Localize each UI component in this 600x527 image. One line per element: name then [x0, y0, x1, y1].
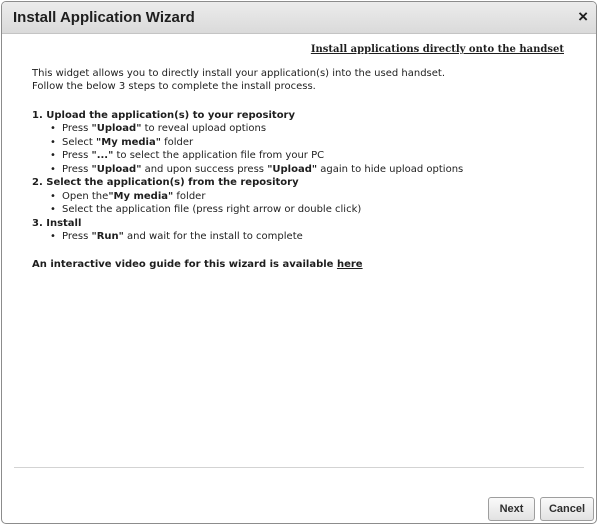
step-2-items: Open the"My media" folder Select the app… — [32, 190, 572, 217]
list-item: Select "My media" folder — [50, 136, 572, 150]
video-guide-text: An interactive video guide for this wiza… — [32, 258, 363, 270]
steps-list: 1. Upload the application(s) to your rep… — [32, 109, 572, 244]
list-item: Press "Run" and wait for the install to … — [50, 230, 572, 244]
step-1-title: 1. Upload the application(s) to your rep… — [32, 109, 296, 121]
close-icon[interactable]: × — [578, 8, 588, 26]
footer-divider — [14, 467, 584, 468]
list-item: Press "Upload" to reveal upload options — [50, 122, 572, 136]
step-3-title: 3. Install — [32, 217, 82, 229]
list-item: Select the application file (press right… — [50, 203, 572, 217]
step-3-items: Press "Run" and wait for the install to … — [32, 230, 572, 244]
intro-line-1: This widget allows you to directly insta… — [32, 67, 446, 79]
cancel-button[interactable]: Cancel — [540, 497, 594, 521]
list-item: Press "..." to select the application fi… — [50, 149, 572, 163]
list-item: Press "Upload" and upon success press "U… — [50, 163, 572, 177]
content-heading: Install applications directly onto the h… — [310, 44, 564, 55]
step-2-title: 2. Select the application(s) from the re… — [32, 177, 299, 188]
install-wizard-dialog: Install Application Wizard × Install app… — [1, 1, 597, 524]
video-guide-link[interactable]: here — [337, 259, 363, 270]
list-item: Open the"My media" folder — [50, 190, 572, 204]
wizard-content: Install applications directly onto the h… — [32, 34, 572, 271]
dialog-title: Install Application Wizard — [13, 9, 195, 26]
dialog-titlebar[interactable]: Install Application Wizard × — [2, 2, 596, 34]
next-button[interactable]: Next — [488, 497, 535, 521]
intro-line-2: Follow the below 3 steps to complete the… — [32, 81, 316, 92]
intro-text: This widget allows you to directly insta… — [32, 67, 572, 94]
step-1-items: Press "Upload" to reveal upload options … — [32, 122, 572, 176]
